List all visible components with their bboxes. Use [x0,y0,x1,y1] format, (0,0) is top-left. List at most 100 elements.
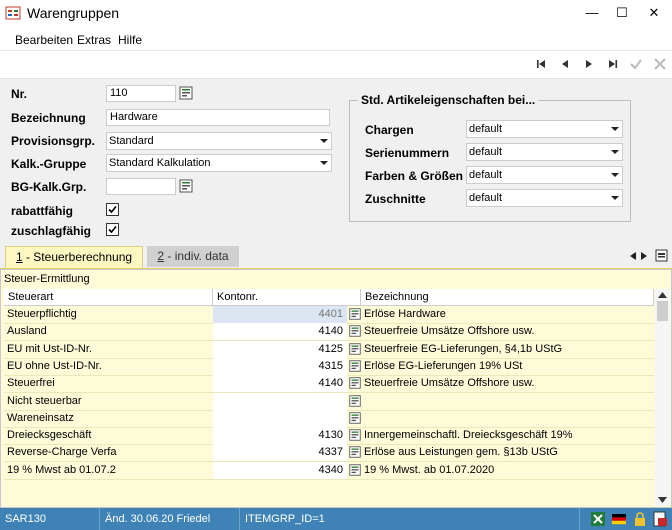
pdf-export-icon[interactable] [652,511,668,527]
chevron-down-icon[interactable] [317,133,331,149]
maximize-button[interactable]: ☐ [607,0,637,26]
scroll-up-icon[interactable] [658,292,667,298]
rabattfaehig-label: rabattfähig [11,204,74,218]
table-row[interactable]: Ausland 4140 Steuerfreie Umsätze Offshore … [4,323,654,342]
table-row[interactable]: Steuerfrei 4140 Steuerfreie Umsätze Offsho… [4,375,654,394]
table-row[interactable]: 19 % Mwst ab 01.07.2 4340 19 % Mwst. ab 01… [4,461,654,480]
bezeichnung-field[interactable]: Hardware [106,109,330,126]
lookup-icon[interactable] [178,85,194,101]
lookup-icon[interactable] [348,428,362,442]
kalk-gruppe-select[interactable]: Standard Kalkulation [106,154,332,172]
scrollbar-thumb[interactable] [657,301,668,321]
serien-select[interactable]: default [466,143,623,161]
kontonr-cell[interactable]: 4315 [213,357,347,375]
table-row[interactable]: Steuerpflichtig 4401 Erlöse Hardware [4,306,654,324]
lookup-icon[interactable] [348,463,362,477]
bg-kalk-field[interactable] [106,178,176,195]
german-flag-icon[interactable] [611,511,627,527]
column-header-kontonr[interactable]: Kontonr. [213,289,361,306]
kontonr-cell[interactable]: 4125 [213,340,347,358]
lookup-icon[interactable] [348,324,362,338]
tab-steuerberechnung[interactable]: 1 - Steuerberechnung [5,246,143,268]
rabattfaehig-checkbox[interactable] [106,203,119,216]
lookup-icon[interactable] [348,394,362,408]
steuerart-cell[interactable]: EU mit Ust-ID-Nr. [7,341,212,358]
kontonr-cell[interactable]: 4140 [213,375,347,393]
kontonr-cell[interactable]: 4337 [213,444,347,462]
tab2-label: - indiv. data [164,249,229,263]
column-header-steuerart[interactable]: Steuerart [4,289,213,306]
title-bar: Warengruppen — ☐ ✕ [0,0,672,26]
next-record-icon[interactable] [581,56,597,72]
table-row[interactable]: Nicht steuerbar [4,392,654,411]
minimize-button[interactable]: — [577,0,607,26]
provisionsgrp-select[interactable]: Standard [106,132,332,150]
scroll-down-icon[interactable] [658,497,667,503]
bezeichnung-cell: Innergemeinschaftl. Dreiecksgeschäft 19% [364,429,573,442]
chevron-down-icon[interactable] [317,155,331,171]
chevron-down-icon[interactable] [608,144,622,160]
steuerart-cell[interactable]: 19 % Mwst ab 01.07.2 [7,462,212,479]
steuerart-cell[interactable]: Nicht steuerbar [7,393,212,410]
scroll-left-icon[interactable] [629,251,637,261]
table-row[interactable]: EU ohne Ust-ID-Nr. 4315 Erlöse EG-Lieferun… [4,357,654,376]
menu-bearbeiten[interactable]: Bearbeiten [15,33,73,47]
lookup-icon[interactable] [348,359,362,373]
table-row[interactable]: Dreiecksgeschäft 4130 Innergemeinschaftl. … [4,427,654,446]
steuerart-cell[interactable]: EU ohne Ust-ID-Nr. [7,358,212,375]
kontonr-cell[interactable] [213,409,347,427]
table-row[interactable]: EU mit Ust-ID-Nr. 4125 Steuerfreie EG-Lief… [4,340,654,359]
vertical-scrollbar[interactable] [655,289,670,506]
steuer-grid: Steuer-Ermittlung Steuerart Kontonr. Bez… [0,269,672,508]
table-row[interactable]: Wareneinsatz [4,409,654,428]
excel-icon[interactable] [590,511,606,527]
kontonr-cell[interactable] [213,392,347,410]
steuerart-cell[interactable]: Steuerfrei [7,375,212,392]
steuerart-cell[interactable]: Reverse-Charge Verfa [7,444,212,461]
zuschlagfaehig-label: zuschlagfähig [11,224,92,238]
steuerart-cell[interactable]: Steuerpflichtig [7,306,212,323]
bezeichnung-cell: Erlöse aus Leistungen gem. §13b UStG [364,446,558,459]
column-header-bezeichnung[interactable]: Bezeichnung [361,289,654,306]
lookup-icon[interactable] [348,376,362,390]
zuschlagfaehig-checkbox[interactable] [106,223,119,236]
serien-label: Serienummern [365,146,450,160]
zuschnitte-select[interactable]: default [466,189,623,207]
bezeichnung-cell [364,393,652,410]
menu-hilfe[interactable]: Hilfe [118,33,142,47]
confirm-icon[interactable] [628,56,644,72]
steuerart-cell[interactable]: Ausland [7,323,212,340]
chevron-down-icon[interactable] [608,121,622,137]
nr-field[interactable]: 110 [106,85,176,102]
cancel-icon[interactable] [652,56,668,72]
kontonr-cell[interactable]: 4140 [213,323,347,341]
std-properties-group: Std. Artikeleigenschaften bei... Chargen… [349,93,631,222]
kontonr-cell[interactable]: 4130 [213,427,347,445]
table-row[interactable]: Reverse-Charge Verfa 4337 Erlöse aus Leist… [4,444,654,463]
lookup-icon[interactable] [348,445,362,459]
tab-indiv-data[interactable]: 2 - indiv. data [147,246,239,267]
previous-record-icon[interactable] [557,56,573,72]
toolbar [0,50,672,79]
steuerart-cell[interactable]: Dreiecksgeschäft [7,427,212,444]
lookup-icon[interactable] [348,307,362,321]
lookup-icon[interactable] [348,411,362,425]
lock-icon[interactable] [632,511,648,527]
lookup-icon[interactable] [348,342,362,356]
close-button[interactable]: ✕ [639,0,669,26]
menu-extras[interactable]: Extras [77,33,111,47]
farben-label: Farben & Größen [365,169,464,183]
steuerart-cell[interactable]: Wareneinsatz [7,410,212,427]
kontonr-cell[interactable]: 4401 [213,306,347,323]
farben-select[interactable]: default [466,166,623,184]
chevron-down-icon[interactable] [608,167,622,183]
last-record-icon[interactable] [605,56,621,72]
first-record-icon[interactable] [533,56,549,72]
farben-value: default [469,169,503,181]
tab-options-icon[interactable] [655,249,668,262]
chevron-down-icon[interactable] [608,190,622,206]
scroll-right-icon[interactable] [640,251,648,261]
lookup-icon[interactable] [178,178,194,194]
kontonr-cell[interactable]: 4340 [213,461,347,479]
chargen-select[interactable]: default [466,120,623,138]
